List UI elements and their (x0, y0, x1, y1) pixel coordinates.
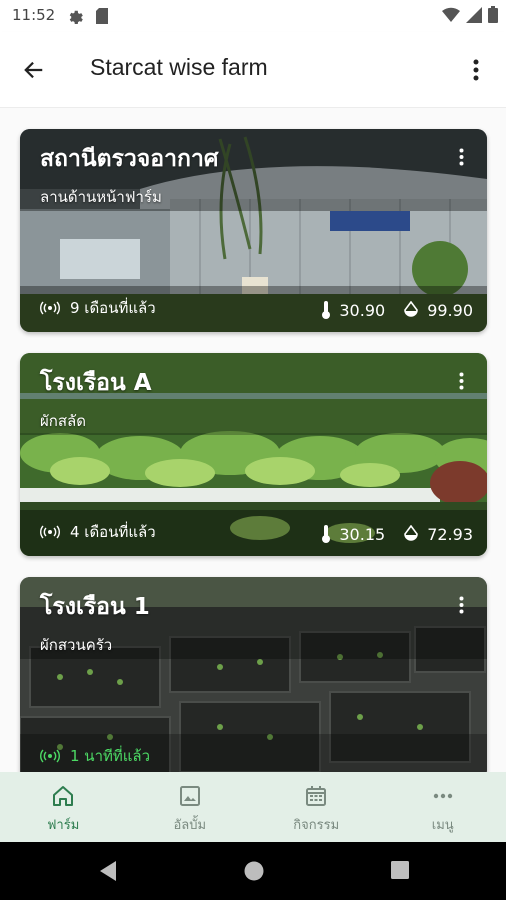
nav-label: อัลบั้ม (173, 818, 207, 833)
nav-label: เมนู (431, 818, 454, 833)
system-back-button[interactable] (98, 860, 118, 886)
nav-tab-menu[interactable]: เมนู (380, 772, 506, 842)
nav-tab-farm[interactable]: ฟาร์ม (0, 772, 127, 842)
back-button[interactable] (18, 54, 50, 86)
triangle-back-icon (100, 861, 116, 881)
station-card[interactable]: โรงเรือน 1 ผักสวนครัว 1 นาทีที่แล้ว (20, 577, 487, 772)
humidity-value: 72.93 (427, 524, 473, 544)
more-horizontal-icon (433, 793, 452, 799)
signal-broadcast-icon (40, 749, 60, 763)
more-vertical-icon (459, 596, 463, 614)
last-seen-text: 1 นาทีที่แล้ว (70, 747, 151, 765)
humidity-value: 99.90 (427, 300, 473, 320)
last-seen-text: 4 เดือนที่แล้ว (70, 523, 156, 541)
nav-label: ฟาร์ม (47, 818, 80, 833)
nav-label: กิจกรรม (293, 818, 340, 833)
system-navigation-bar (0, 842, 506, 900)
arrow-left-icon (24, 61, 43, 79)
photo-icon (179, 786, 200, 806)
circle-home-icon (244, 861, 264, 881)
page-title: Starcat wise farm (90, 54, 268, 80)
status-bar: 11:52 (0, 0, 506, 32)
station-location: ผักสลัด (40, 412, 86, 430)
card-menu-button[interactable] (449, 369, 473, 393)
more-vertical-icon (473, 59, 479, 81)
last-seen: 9 เดือนที่แล้ว (40, 296, 156, 320)
calendar-icon (306, 786, 327, 806)
more-vertical-icon (459, 372, 463, 390)
sd-card-icon (94, 7, 110, 29)
signal-broadcast-icon (40, 301, 60, 315)
farm-list: สถานีตรวจอากาศ ลานด้านหน้าฟาร์ม 9 เดือนท… (0, 108, 506, 772)
settings-icon (66, 7, 84, 29)
last-seen-text: 9 เดือนที่แล้ว (70, 299, 156, 317)
thermometer-icon (322, 301, 331, 319)
home-icon (53, 786, 74, 806)
sensor-readings: 30.90 99.90 (321, 300, 473, 320)
station-location: ลานด้านหน้าฟาร์ม (40, 188, 162, 206)
humidity-icon (404, 301, 418, 317)
status-time: 11:52 (12, 6, 56, 24)
station-name: สถานีตรวจอากาศ (40, 146, 219, 172)
humidity-icon (404, 525, 418, 541)
battery-icon (488, 6, 498, 27)
station-location: ผักสวนครัว (40, 636, 113, 654)
system-home-button[interactable] (243, 860, 265, 886)
temperature-value: 30.15 (339, 524, 386, 544)
more-vertical-icon (459, 148, 463, 166)
nav-tab-album[interactable]: อัลบั้ม (127, 772, 254, 842)
temperature-value: 30.90 (339, 300, 386, 320)
wifi-icon (442, 7, 460, 27)
card-menu-button[interactable] (449, 593, 473, 617)
signal-icon (466, 6, 482, 27)
station-name: โรงเรือน A (40, 370, 152, 396)
system-recents-button[interactable] (390, 860, 410, 884)
bottom-navigation: ฟาร์ม อัลบั้ม กิจกรรม เมนู (0, 772, 506, 842)
card-menu-button[interactable] (449, 145, 473, 169)
overflow-menu-button[interactable] (460, 54, 492, 86)
nav-tab-activity[interactable]: กิจกรรม (253, 772, 380, 842)
thermometer-icon (322, 525, 331, 543)
station-name: โรงเรือน 1 (40, 594, 150, 620)
app-bar: Starcat wise farm (0, 32, 506, 108)
signal-broadcast-icon (40, 525, 60, 539)
sensor-readings: 30.15 72.93 (321, 524, 473, 544)
station-card[interactable]: โรงเรือน A ผักสลัด 4 เดือนที่แล้ว 30.15 … (20, 353, 487, 556)
last-seen: 1 นาทีที่แล้ว (40, 744, 150, 768)
station-card[interactable]: สถานีตรวจอากาศ ลานด้านหน้าฟาร์ม 9 เดือนท… (20, 129, 487, 332)
square-recents-icon (391, 861, 409, 879)
last-seen: 4 เดือนที่แล้ว (40, 520, 156, 544)
